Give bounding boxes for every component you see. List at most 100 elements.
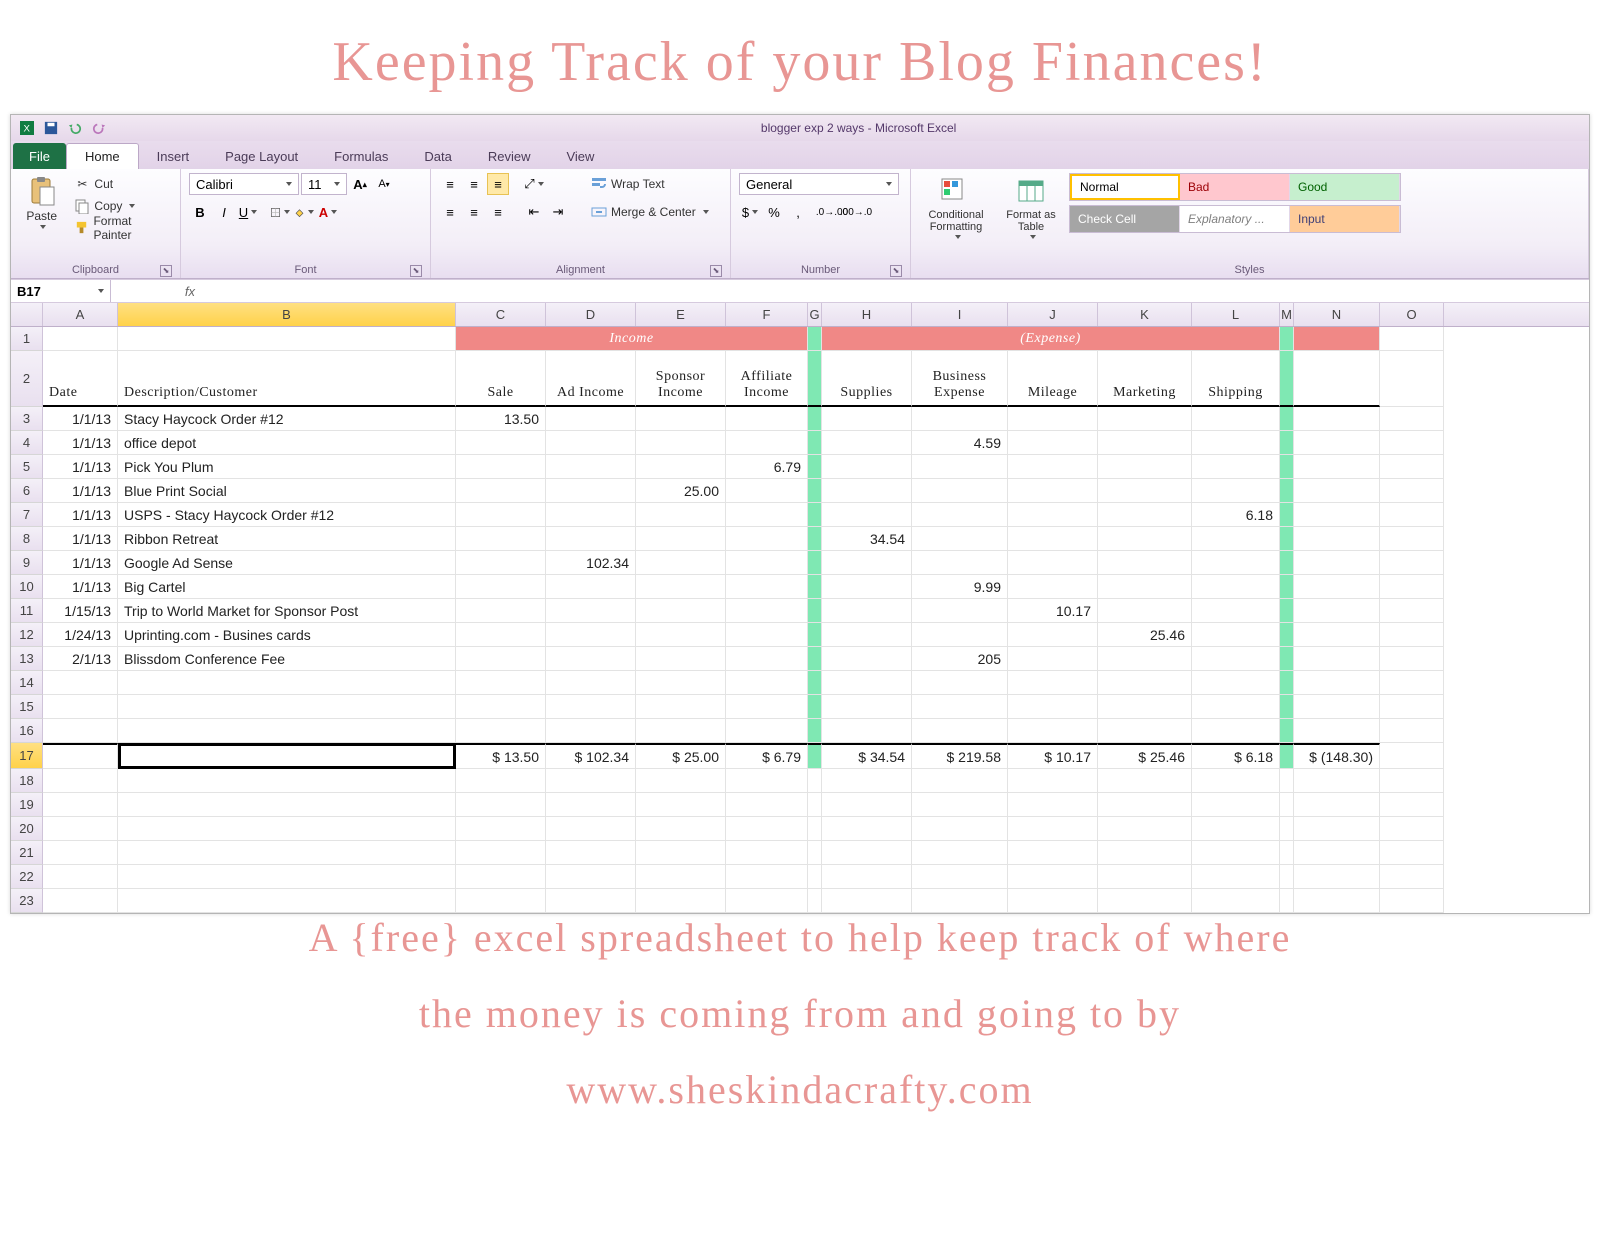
cell-style-check[interactable]: Check Cell (1070, 206, 1180, 232)
format-painter-button[interactable]: Format Painter (70, 217, 172, 239)
conditional-formatting-button[interactable]: Conditional Formatting (919, 173, 993, 239)
align-center-icon[interactable]: ≡ (463, 201, 485, 223)
col-header[interactable]: C (456, 303, 546, 326)
excel-logo-icon[interactable]: X (17, 118, 37, 138)
name-box[interactable]: B17 (11, 280, 111, 302)
orientation-icon[interactable]: ⤢ (523, 173, 545, 195)
paste-label: Paste (26, 209, 57, 223)
tab-data[interactable]: Data (406, 143, 469, 169)
col-header[interactable]: K (1098, 303, 1192, 326)
table-row: 111/15/13Trip to World Market for Sponso… (11, 599, 1589, 623)
cell-style-good[interactable]: Good (1290, 174, 1400, 200)
undo-icon[interactable] (65, 118, 85, 138)
paste-button[interactable]: Paste (19, 173, 64, 229)
quick-access-toolbar: X blogger exp 2 ways - Microsoft Excel (11, 115, 1589, 141)
col-header[interactable]: M (1280, 303, 1294, 326)
font-launcher-icon[interactable]: ⬊ (410, 265, 422, 277)
number-launcher-icon[interactable]: ⬊ (890, 265, 902, 277)
window-title: blogger exp 2 ways - Microsoft Excel (761, 121, 956, 135)
accounting-format-icon[interactable]: $ (739, 201, 761, 223)
font-color-button[interactable]: A (317, 201, 339, 223)
col-header[interactable]: O (1380, 303, 1444, 326)
col-header[interactable]: F (726, 303, 808, 326)
col-header[interactable]: D (546, 303, 636, 326)
table-row: 23 (11, 889, 1589, 913)
col-header[interactable]: L (1192, 303, 1280, 326)
clipboard-launcher-icon[interactable]: ⬊ (160, 265, 172, 277)
decrease-decimal-icon[interactable]: .00→.0 (845, 201, 867, 223)
format-table-icon (1015, 175, 1047, 207)
select-all-corner[interactable] (11, 303, 43, 326)
align-left-icon[interactable]: ≡ (439, 201, 461, 223)
number-format-combo[interactable]: General (739, 173, 899, 195)
tab-insert[interactable]: Insert (139, 143, 208, 169)
decrease-indent-icon[interactable]: ⇤ (523, 201, 545, 223)
align-middle-icon[interactable]: ≡ (463, 173, 485, 195)
font-group-label: Font (294, 264, 316, 276)
active-cell[interactable] (118, 743, 456, 769)
tab-view[interactable]: View (548, 143, 612, 169)
excel-window: X blogger exp 2 ways - Microsoft Excel F… (10, 114, 1590, 914)
format-as-table-button[interactable]: Format as Table (999, 173, 1063, 239)
col-header[interactable]: H (822, 303, 912, 326)
col-header[interactable]: E (636, 303, 726, 326)
table-row: 41/1/13office depot4.59 (11, 431, 1589, 455)
underline-button[interactable]: U (237, 201, 259, 223)
paste-icon (26, 175, 58, 207)
increase-font-icon[interactable]: A▴ (349, 173, 371, 195)
page-title-overlay: Keeping Track of your Blog Finances! (0, 0, 1600, 114)
col-header[interactable]: B (118, 303, 456, 326)
tab-page-layout[interactable]: Page Layout (207, 143, 316, 169)
fill-color-button[interactable] (293, 201, 315, 223)
merge-center-button[interactable]: Merge & Center (587, 201, 713, 223)
tab-file[interactable]: File (13, 143, 66, 169)
cell-style-normal[interactable]: Normal (1070, 174, 1180, 200)
tab-review[interactable]: Review (470, 143, 549, 169)
table-row: 20 (11, 817, 1589, 841)
align-top-icon[interactable]: ≡ (439, 173, 461, 195)
wrap-text-button[interactable]: Wrap Text (587, 173, 713, 195)
cut-button[interactable]: ✂Cut (70, 173, 172, 195)
table-row: 21 (11, 841, 1589, 865)
italic-button[interactable]: I (213, 201, 235, 223)
alignment-launcher-icon[interactable]: ⬊ (710, 265, 722, 277)
table-row: 14 (11, 671, 1589, 695)
cell-style-bad[interactable]: Bad (1180, 174, 1290, 200)
col-header[interactable]: J (1008, 303, 1098, 326)
table-row: 81/1/13Ribbon Retreat34.54 (11, 527, 1589, 551)
increase-indent-icon[interactable]: ⇥ (547, 201, 569, 223)
column-headers: A B C D E F G H I J K L M N O (11, 303, 1589, 327)
col-header[interactable]: I (912, 303, 1008, 326)
alignment-group-label: Alignment (556, 264, 605, 276)
comma-format-icon[interactable]: , (787, 201, 809, 223)
col-header[interactable]: A (43, 303, 118, 326)
align-bottom-icon[interactable]: ≡ (487, 173, 509, 195)
redo-icon[interactable] (89, 118, 109, 138)
col-header[interactable]: G (808, 303, 822, 326)
cell-style-explanatory[interactable]: Explanatory ... (1180, 206, 1290, 232)
percent-format-icon[interactable]: % (763, 201, 785, 223)
tab-formulas[interactable]: Formulas (316, 143, 406, 169)
align-right-icon[interactable]: ≡ (487, 201, 509, 223)
copy-icon (74, 198, 90, 214)
spreadsheet-grid[interactable]: A B C D E F G H I J K L M N O 1 Income (… (11, 303, 1589, 913)
borders-button[interactable] (269, 201, 291, 223)
table-row: 2 Date Description/Customer Sale Ad Inco… (11, 351, 1589, 407)
col-header[interactable]: N (1294, 303, 1380, 326)
expense-header: (Expense) (822, 327, 1280, 351)
fx-icon[interactable]: fx (185, 284, 195, 299)
formula-input[interactable] (201, 280, 1589, 302)
decrease-font-icon[interactable]: A▾ (373, 173, 395, 195)
bold-button[interactable]: B (189, 201, 211, 223)
table-row: 17 $ 13.50 $ 102.34 $ 25.00 $ 6.79 $ 34.… (11, 743, 1589, 769)
font-name-combo[interactable]: Calibri (189, 173, 299, 195)
table-row: 1 Income (Expense) (11, 327, 1589, 351)
scissors-icon: ✂ (74, 176, 90, 192)
ribbon-tabs: File Home Insert Page Layout Formulas Da… (11, 141, 1589, 169)
cell-style-input[interactable]: Input (1290, 206, 1400, 232)
tab-home[interactable]: Home (66, 143, 139, 169)
save-icon[interactable] (41, 118, 61, 138)
font-size-combo[interactable]: 11 (301, 173, 347, 195)
ribbon: Paste ✂Cut Copy Format Painter Clipboard… (11, 169, 1589, 279)
svg-text:X: X (24, 124, 31, 135)
